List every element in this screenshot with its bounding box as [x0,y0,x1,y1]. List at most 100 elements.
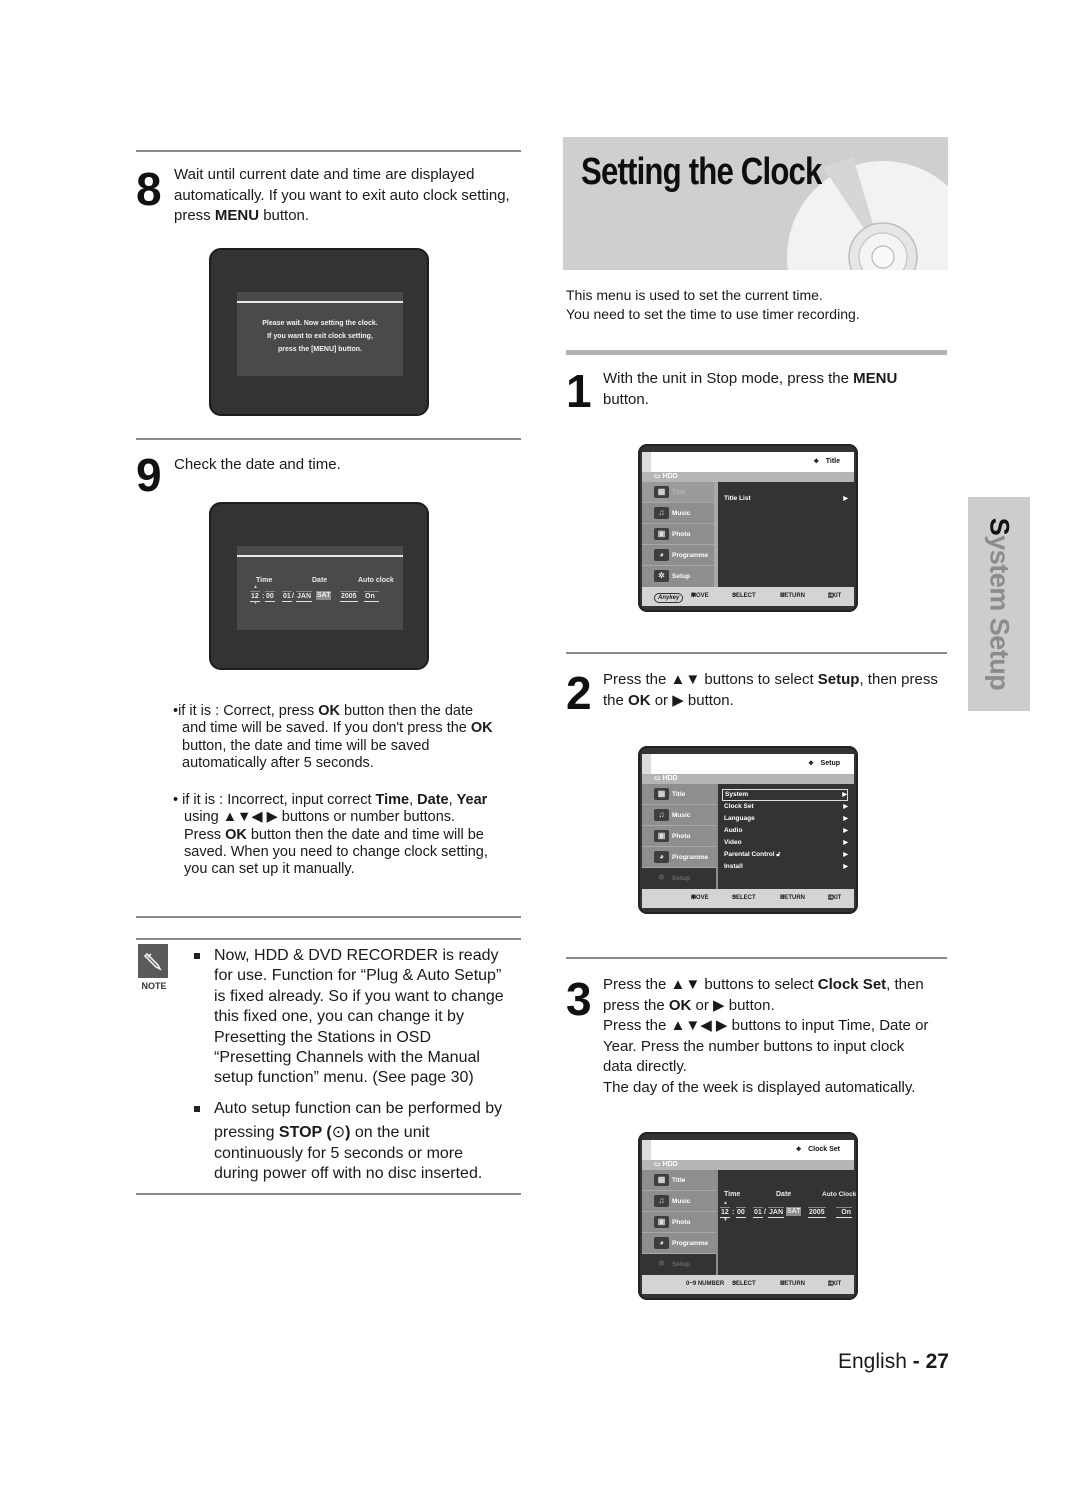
menu-row-parental-control[interactable]: Parental Control 🔓︎ ▶ [722,849,848,861]
osd-menu-clock-set: ✥ Clock Set ▭ HDD ▦ Title ♫ Music ▣ Photo ◕ P… [638,1132,858,1300]
tv-screen-auto-clock: Please wait. Now setting the clock. If y… [209,248,429,416]
music-icon: ♫ [654,809,669,821]
film-icon: ▦ [654,486,669,498]
menu-row-system[interactable]: System ▶ [722,789,848,801]
osd-content: System ▶ Clock Set ▶ Language ▶ Audio ▶ Vide… [718,784,854,889]
tv-screen-clock-check: Time Date Auto clock ▲ 12 : 00 ▼ 01 / JA… [209,502,429,670]
down-arrow-icon: ▼ [253,600,258,606]
osd-content: Time Date Auto Clock ▲ 12 : 00 ▼ 01 / JA… [718,1170,857,1275]
arrow-right-icon: ▶ [843,816,848,822]
bullet-correct: •if it is : Correct, press OK button the… [173,703,493,771]
osd-menu-setup: ✥ Setup ▭ HDD ▦ Title ♫ Music ▣ Photo ◕ Progr… [638,746,858,914]
osd-sidebar: ▦ Title ♫ Music ▣ Photo ◕ Programme ✲ Setup [642,1170,718,1275]
hdd-label: ▭ HDD [642,472,854,482]
arrow-right-icon: ▶ [843,840,848,846]
page-number: 27 [925,1350,949,1373]
lock-icon: 🔓︎ [776,852,781,858]
sidebar-item-programme[interactable]: ◕ Programme [642,1233,716,1254]
sidebar-item-setup[interactable]: ✲ Setup [642,868,716,889]
sidebar-item-music[interactable]: ♫ Music [642,1191,716,1212]
hdd-label: ▭ HDD [642,774,854,784]
step-8-text: Wait until current date and time are dis… [174,166,510,224]
osd-breadcrumb: ✥ Setup [808,760,840,767]
osd-message-panel: Please wait. Now setting the clock. If y… [237,292,403,376]
sidebar-item-photo[interactable]: ▣ Photo [642,524,716,545]
osd-menu-title: ✥ Title ▭ HDD ▦ Title ♫ Music ▣ Photo ◕ Progr… [638,444,858,612]
osd-sidebar: ▦ Title ♫ Music ▣ Photo ◕ Programme ✲ Setup [642,784,718,889]
step-1-number: 1 [566,365,592,417]
gear-icon: ✲ [658,873,665,882]
menu-row-install[interactable]: Install ▶ [722,861,848,873]
music-icon: ♫ [654,1195,669,1207]
auto-clock-field[interactable]: On [364,591,379,602]
film-icon: ▦ [654,1174,669,1186]
sidebar-item-photo[interactable]: ▣ Photo [642,1212,716,1233]
minute-field[interactable]: 00 [736,1207,746,1218]
bullet-square-icon [194,1106,200,1112]
up-arrow-icon: ▲ [723,1200,728,1206]
number-hint: 0~9 NUMBER [686,1281,725,1287]
sidebar-item-setup[interactable]: ✲ Setup [642,566,716,587]
chapter-label: System Setup [984,517,1015,691]
step-8-number: 8 [136,163,162,215]
osd-content: Title List ▶ [718,482,854,587]
navigate-icon: ✥ [813,459,819,465]
section-divider [136,150,521,152]
auto-clock-field[interactable]: On [836,1207,852,1218]
osd-sidebar: ▦ Title ♫ Music ▣ Photo ◕ Programme ✲ Setup [642,482,718,587]
month-field[interactable]: JAN [768,1207,785,1218]
section-title-banner: Setting the Clock [563,137,948,270]
date-label: Date [312,577,328,584]
arrow-right-icon: ▶ [843,852,848,858]
arrow-right-icon: ▶ [842,792,847,798]
step-2-number: 2 [566,667,592,719]
up-arrow-icon: ▲ [253,584,258,590]
intro-text: This menu is used to set the current tim… [566,287,860,322]
sidebar-item-title[interactable]: ▦ Title [642,482,716,503]
sidebar-item-programme[interactable]: ◕ Programme [642,847,716,868]
menu-row-clock-set[interactable]: Clock Set ▶ [722,801,848,813]
arrow-right-icon: ▶ [843,496,848,502]
osd-breadcrumb: ✥ Clock Set [796,1146,840,1153]
time-label: Time [256,577,273,584]
section-divider [136,438,521,440]
note-pencil-icon [138,944,168,978]
sidebar-item-music[interactable]: ♫ Music [642,805,716,826]
step-3-text: Press the ▲▼ buttons to select Clock Set… [603,976,929,1096]
minute-field[interactable]: 00 [265,591,275,602]
programme-icon: ◕ [654,851,669,863]
section-divider [566,652,947,654]
year-field[interactable]: 2005 [340,591,358,602]
film-icon: ▦ [654,788,669,800]
sidebar-item-setup[interactable]: ✲ Setup [642,1254,716,1275]
arrow-right-icon: ▶ [843,864,848,870]
menu-row-video[interactable]: Video ▶ [722,837,848,849]
sidebar-item-photo[interactable]: ▣ Photo [642,826,716,847]
sidebar-item-programme[interactable]: ◕ Programme [642,545,716,566]
sidebar-item-title[interactable]: ▦ Title [642,1170,716,1191]
sidebar-item-title[interactable]: ▦ Title [642,784,716,805]
day-field[interactable]: 01 [282,591,292,602]
bullet-incorrect: • if it is : Incorrect, input correct Ti… [173,792,488,878]
step-2-text: Press the ▲▼ buttons to select Setup, th… [603,671,938,709]
osd-footer: ✥ MOVE ☞ SELECT ↺ RETURN ◫ EXIT [642,889,854,908]
osd-message: Please wait. Now setting the clock. If y… [262,320,378,353]
month-field[interactable]: JAN [296,591,313,602]
menu-row-title-list[interactable]: Title List ▶ [722,493,848,505]
day-field[interactable]: 01 [753,1207,763,1218]
step-3-number: 3 [566,973,592,1025]
arrow-right-icon: ▶ [843,828,848,834]
page-footer: English - 27 [838,1350,949,1373]
photo-icon: ▣ [654,528,669,540]
menu-row-language[interactable]: Language ▶ [722,813,848,825]
menu-row-audio[interactable]: Audio ▶ [722,825,848,837]
section-divider [566,957,947,959]
photo-icon: ▣ [654,830,669,842]
weekday-field: SAT [316,591,332,600]
year-field[interactable]: 2005 [808,1207,826,1218]
sidebar-item-music[interactable]: ♫ Music [642,503,716,524]
bullet-square-icon [194,953,200,959]
down-arrow-icon: ▼ [723,1217,728,1223]
auto-clock-label: Auto Clock [822,1191,857,1198]
step-9-number: 9 [136,449,162,501]
